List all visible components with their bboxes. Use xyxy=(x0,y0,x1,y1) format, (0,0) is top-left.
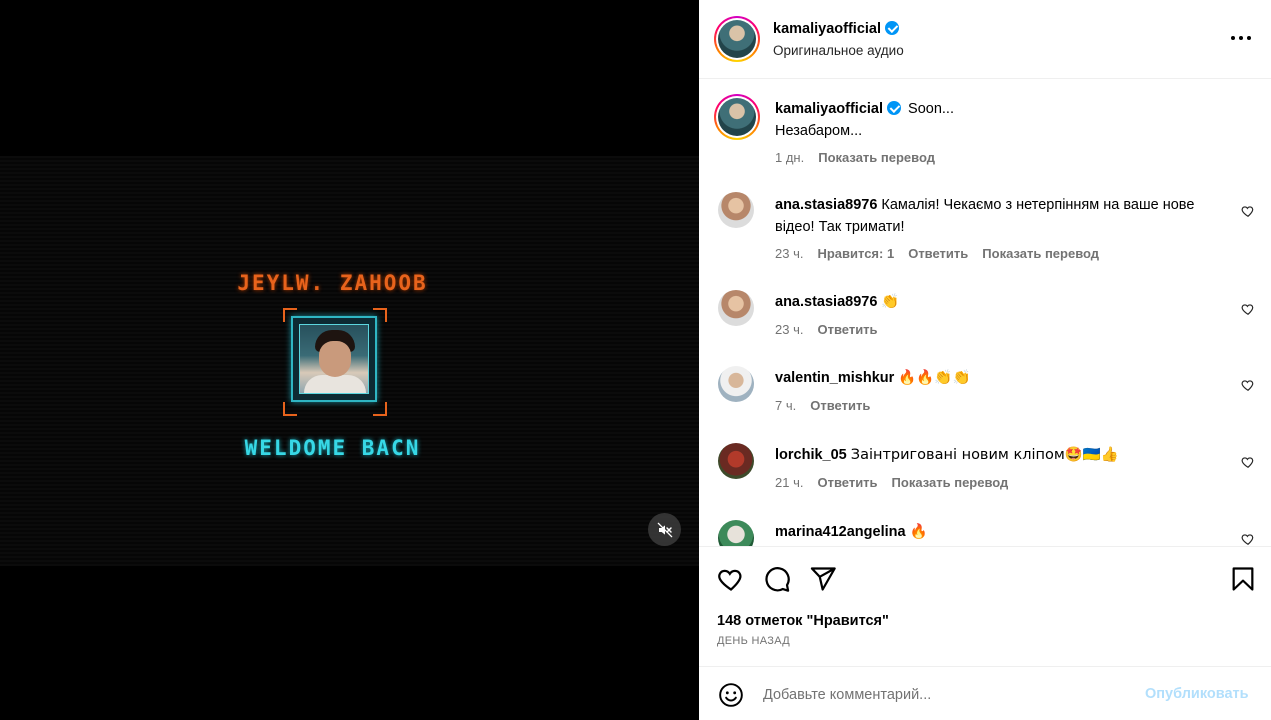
comment-text: 🔥 xyxy=(909,524,928,540)
like-heart-icon[interactable] xyxy=(1241,204,1255,218)
verified-badge-icon xyxy=(885,21,899,35)
translate-link[interactable]: Показать перевод xyxy=(892,475,1009,490)
avatar[interactable] xyxy=(714,94,760,140)
more-options-button[interactable] xyxy=(1229,26,1253,50)
avatar[interactable] xyxy=(718,443,754,479)
caption-username[interactable]: kamaliyaofficial xyxy=(775,101,883,117)
publish-button[interactable]: Опубликовать xyxy=(1145,686,1249,702)
caption-text-line2: Незабаром... xyxy=(775,123,863,139)
avatar[interactable] xyxy=(718,520,754,546)
emoji-smiley-icon[interactable] xyxy=(718,682,744,708)
save-bookmark-icon[interactable] xyxy=(1229,565,1257,593)
like-heart-icon[interactable] xyxy=(1241,455,1255,469)
comment-username[interactable]: ana.stasia8976 xyxy=(775,294,877,310)
like-heart-icon[interactable] xyxy=(1241,302,1255,316)
avatar[interactable] xyxy=(714,16,760,62)
share-send-icon[interactable] xyxy=(809,565,837,593)
translate-link[interactable]: Показать перевод xyxy=(982,246,1099,261)
dot-icon xyxy=(1231,36,1235,40)
dot-icon xyxy=(1247,36,1251,40)
video-portrait xyxy=(279,306,391,418)
comment-username[interactable]: ana.stasia8976 xyxy=(775,197,877,213)
comment-time: 21 ч. xyxy=(775,475,804,490)
comment-likes[interactable]: Нравится: 1 xyxy=(817,246,894,261)
comment-bubble-icon[interactable] xyxy=(763,565,791,593)
post-panel: kamaliyaofficial Оригинальное аудио kama… xyxy=(699,0,1271,720)
portrait-photo xyxy=(299,324,369,394)
comment-input[interactable] xyxy=(763,684,1123,706)
portrait-box xyxy=(291,316,377,402)
avatar[interactable] xyxy=(718,366,754,402)
video-subtitle-text: WELDOME BACN xyxy=(244,436,421,460)
header-username[interactable]: kamaliyaofficial xyxy=(773,21,881,37)
avatar[interactable] xyxy=(718,290,754,326)
comment-bar: Опубликовать xyxy=(699,666,1271,720)
reply-link[interactable]: Ответить xyxy=(817,322,877,337)
reply-link[interactable]: Ответить xyxy=(908,246,968,261)
video-title-text: JEYLW. ZAHOOB xyxy=(237,271,428,295)
audio-link[interactable]: Оригинальное аудио xyxy=(773,43,904,58)
reply-link[interactable]: Ответить xyxy=(817,475,877,490)
comment-text: 👏 xyxy=(881,294,900,310)
like-heart-icon[interactable] xyxy=(1241,532,1255,546)
avatar[interactable] xyxy=(718,192,754,228)
comment-time: 7 ч. xyxy=(775,398,797,413)
translate-link[interactable]: Показать перевод xyxy=(818,150,935,165)
caption-time: 1 дн. xyxy=(775,150,805,165)
reply-link[interactable]: Ответить xyxy=(810,398,870,413)
comment-username[interactable]: marina412angelina xyxy=(775,524,906,540)
comment-time: 23 ч. xyxy=(775,322,804,337)
caption-text: Soon... xyxy=(908,101,954,117)
post-date: ДЕНЬ НАЗАД xyxy=(717,635,790,647)
comment-username[interactable]: lorchik_05 xyxy=(775,447,847,463)
action-bar xyxy=(699,548,1271,608)
post-header: kamaliyaofficial Оригинальное аудио xyxy=(699,0,1271,79)
like-heart-icon[interactable] xyxy=(717,565,745,593)
comment-text: Заінтриговані новим кліпом🤩🇺🇦👍 xyxy=(850,447,1119,463)
like-heart-icon[interactable] xyxy=(1241,378,1255,392)
dot-icon xyxy=(1239,36,1243,40)
likes-count[interactable]: 148 отметок "Нравится" xyxy=(717,613,889,629)
frame-corner xyxy=(373,402,387,416)
comments-list[interactable]: kamaliyaofficial Soon... Незабаром... 1 … xyxy=(699,80,1271,547)
comment-text: 🔥🔥👏👏 xyxy=(898,370,971,386)
comment-time: 23 ч. xyxy=(775,246,804,261)
speaker-muted-icon xyxy=(657,522,672,537)
video-player[interactable]: JEYLW. ZAHOOB WELDOME BACN xyxy=(0,0,699,720)
mute-button[interactable] xyxy=(648,513,681,546)
verified-badge-icon xyxy=(887,101,901,115)
frame-corner xyxy=(283,402,297,416)
comment-username[interactable]: valentin_mishkur xyxy=(775,370,894,386)
